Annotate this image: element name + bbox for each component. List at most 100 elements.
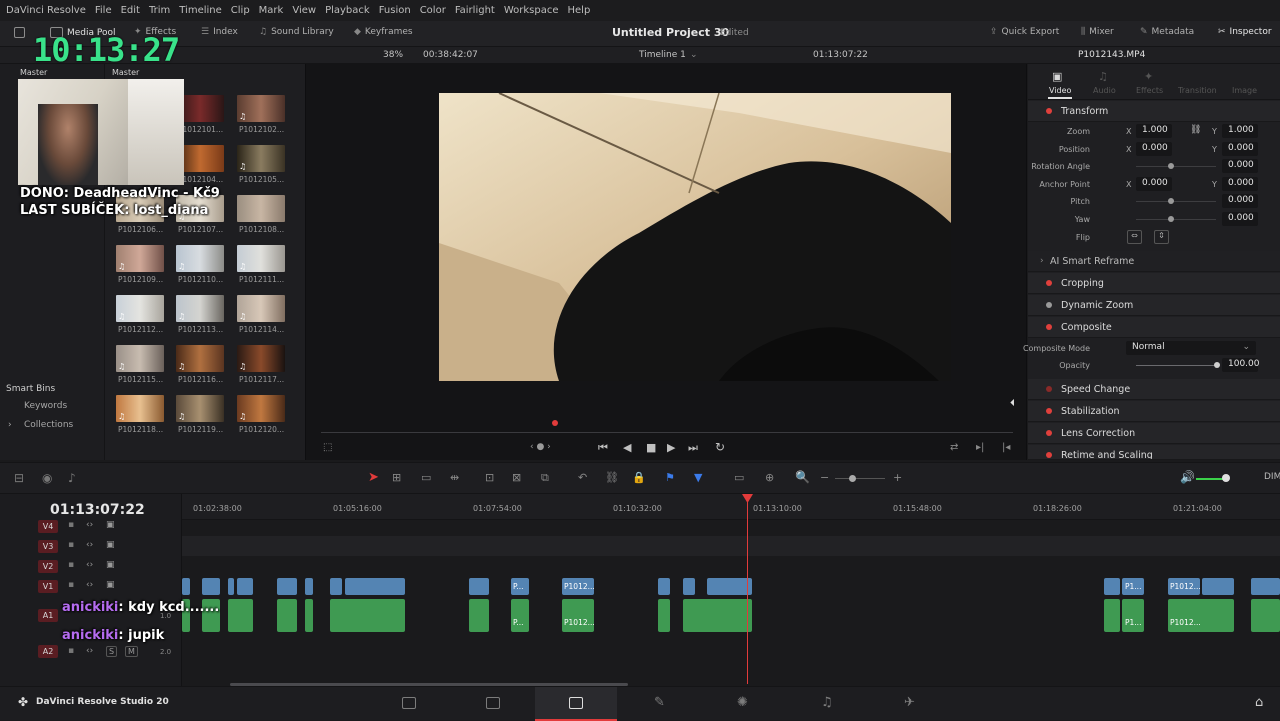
timeline-zoom-knob[interactable] — [849, 475, 856, 482]
timeline-selector[interactable]: Timeline 1 — [639, 50, 686, 60]
dynamic-trim-icon[interactable]: ⇹ — [450, 471, 459, 484]
auto-select-icon[interactable]: ‹› — [86, 580, 93, 590]
enable-dot[interactable] — [1046, 386, 1052, 392]
index-button[interactable]: ☰ Index — [201, 27, 238, 37]
track-label[interactable]: V3 — [38, 540, 58, 553]
enable-dot[interactable] — [1046, 324, 1052, 330]
audio-tab-icon[interactable]: ♫ — [1098, 70, 1108, 83]
snapping-icon[interactable]: ↶ — [578, 471, 587, 484]
composite-mode-select[interactable]: Normal ⌄ — [1126, 341, 1256, 355]
yaw-field[interactable]: 0.000 — [1222, 212, 1258, 226]
audio-clip[interactable] — [683, 599, 752, 632]
bin-master-left[interactable]: Master — [20, 68, 47, 77]
volume-icon[interactable]: 🔊 — [1180, 470, 1195, 484]
clip-thumbnail[interactable]: ♫ P1012117... — [237, 345, 285, 384]
lock-icon[interactable]: ▪ — [68, 560, 74, 570]
playhead-marker[interactable] — [552, 420, 558, 426]
track-enable-icon[interactable]: ▣ — [106, 540, 115, 550]
timeline-playhead[interactable] — [747, 494, 748, 684]
clip-thumbnail[interactable]: ♫ P1012110... — [176, 245, 224, 284]
enable-dot[interactable] — [1046, 430, 1052, 436]
section-composite[interactable]: Composite — [1028, 317, 1280, 338]
position-y-field[interactable]: 0.000 — [1222, 142, 1258, 156]
section-speed-change[interactable]: Speed Change — [1028, 379, 1280, 400]
clip-thumbnail[interactable]: ♫ P1012105... — [237, 145, 285, 184]
play-reverse-icon[interactable]: ◀ — [623, 441, 631, 454]
audio-clip[interactable]: P1... — [1122, 599, 1144, 632]
video-clip[interactable] — [277, 578, 297, 595]
audio-clip[interactable]: P... — [511, 599, 529, 632]
clip-thumbnail[interactable]: ♫ P1012113... — [176, 295, 224, 334]
auto-select-icon[interactable]: ‹› — [86, 646, 93, 656]
chevron-right-icon[interactable]: › — [8, 420, 12, 430]
pitch-knob[interactable] — [1168, 198, 1174, 204]
audio-clip[interactable] — [658, 599, 670, 632]
metadata-button[interactable]: ✎ Metadata — [1140, 27, 1194, 37]
clip-thumbnail[interactable]: ♫ P1012114... — [237, 295, 285, 334]
audio-clip[interactable] — [1104, 599, 1120, 632]
menu-trim[interactable]: Trim — [149, 5, 170, 16]
next-edit-icon[interactable]: ▸| — [976, 442, 984, 453]
video-clip[interactable]: P1012... — [562, 578, 595, 595]
fairlight-page-icon[interactable]: ♫ — [821, 695, 833, 710]
bin-master-right[interactable]: Master — [112, 68, 139, 77]
clip-thumbnail[interactable]: P1012108... — [237, 195, 285, 234]
video-clip[interactable] — [1202, 578, 1234, 595]
clip-thumbnail[interactable]: ♫ P1012112... — [116, 295, 164, 334]
lock-icon[interactable]: ▪ — [68, 520, 74, 530]
menu-app[interactable]: DaVinci Resolve — [6, 5, 86, 16]
zoom-x-field[interactable]: 1.000 — [1136, 124, 1172, 138]
play-icon[interactable]: ▶ — [667, 441, 675, 454]
section-cropping[interactable]: Cropping — [1028, 273, 1280, 294]
track-enable-icon[interactable]: ▣ — [106, 560, 115, 570]
audio-clip[interactable] — [469, 599, 489, 632]
video-clip[interactable] — [683, 578, 695, 595]
panel-toggle-icon[interactable] — [14, 27, 25, 38]
track-label[interactable]: A1 — [38, 609, 58, 622]
video-clip[interactable] — [707, 578, 752, 595]
auto-select-icon[interactable]: ‹› — [86, 520, 93, 530]
track-label[interactable]: V1 — [38, 580, 58, 593]
track-enable-icon[interactable]: ▣ — [106, 520, 115, 530]
stop-icon[interactable]: ■ — [646, 441, 656, 454]
solo-button[interactable]: S — [106, 646, 118, 657]
tab-image[interactable]: Image — [1232, 86, 1257, 95]
audio-icon[interactable]: ♪ — [68, 471, 76, 485]
section-retime-scaling[interactable]: Retime and Scaling — [1028, 445, 1280, 460]
enable-dot[interactable] — [1046, 108, 1052, 114]
scrub-bar[interactable] — [321, 432, 1013, 433]
sound-library-button[interactable]: ♫ Sound Library — [259, 27, 334, 37]
menu-fairlight[interactable]: Fairlight — [455, 5, 495, 16]
video-clip[interactable]: P... — [511, 578, 529, 595]
pitch-slider[interactable] — [1136, 201, 1216, 202]
marker-icon[interactable]: ▼ — [694, 471, 702, 484]
video-clip[interactable] — [1104, 578, 1120, 595]
section-stabilization[interactable]: Stabilization — [1028, 401, 1280, 422]
audio-clip[interactable] — [1251, 599, 1280, 632]
video-clip[interactable]: P1012... — [1168, 578, 1201, 595]
clip-thumbnail[interactable]: ♫ P1012102... — [237, 95, 285, 134]
link-icon[interactable]: ⛓ — [1190, 125, 1201, 135]
opacity-knob[interactable] — [1214, 362, 1220, 368]
effects-tab-icon[interactable]: ✦ — [1144, 70, 1153, 83]
yaw-slider[interactable] — [1136, 219, 1216, 220]
audio-clip[interactable] — [330, 599, 405, 632]
enable-dot[interactable] — [1046, 302, 1052, 308]
opacity-field[interactable]: 100.00 — [1222, 358, 1260, 372]
fusion-page-icon[interactable]: ✎ — [654, 695, 665, 710]
skip-end-icon[interactable]: ⏭ — [688, 441, 698, 455]
dim-button[interactable]: DIM — [1264, 472, 1280, 482]
menu-view[interactable]: View — [292, 5, 316, 16]
opacity-slider[interactable] — [1136, 365, 1216, 366]
track-label[interactable]: A2 — [38, 645, 58, 658]
match-frame-icon[interactable]: ⇄ — [950, 442, 958, 453]
flag-icon[interactable]: ⚑ — [665, 471, 675, 484]
rotation-slider[interactable] — [1136, 166, 1216, 167]
video-clip[interactable]: P1... — [1122, 578, 1144, 595]
selection-tool-icon[interactable]: ➤ — [368, 470, 379, 485]
clip-thumbnail[interactable]: ♫ P1012109... — [116, 245, 164, 284]
skip-start-icon[interactable]: ⏮ — [598, 441, 608, 455]
quick-export-button[interactable]: ⇪ Quick Export — [990, 27, 1059, 37]
enable-dot[interactable] — [1046, 452, 1052, 458]
clip-thumbnail[interactable]: ♫ P1012118... — [116, 395, 164, 434]
